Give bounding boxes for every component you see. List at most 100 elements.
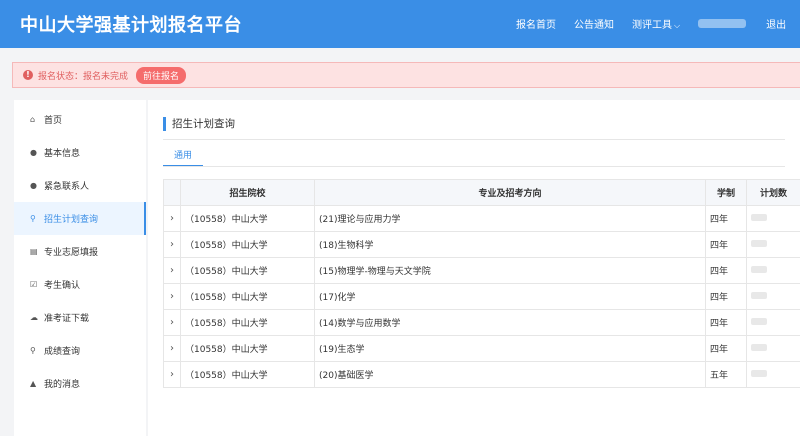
check-icon: ☑: [30, 280, 38, 289]
sidebar-item-label: 准考证下载: [44, 314, 90, 324]
sidebar-item-label: 紧急联系人: [44, 182, 90, 192]
blurred-value: [751, 291, 767, 299]
logout-link[interactable]: 退出: [766, 16, 786, 31]
registration-status-alert: ! 报名状态：报名未完成 前往报名: [12, 62, 800, 88]
table-row: › （10558）中山大学 (21)理论与应用力学 四年: [163, 205, 800, 232]
chevron-right-icon[interactable]: ›: [163, 283, 181, 310]
duration-cell: 四年: [705, 205, 747, 232]
quota-cell-blurred: [746, 335, 800, 362]
column-header-duration: 学制: [705, 179, 747, 206]
sidebar-item-emergency-contact[interactable]: ● 紧急联系人: [14, 169, 146, 202]
table-row: › （10558）中山大学 (20)基础医学 五年: [163, 361, 800, 388]
duration-cell: 四年: [705, 231, 747, 258]
major-cell: (20)基础医学: [314, 361, 706, 388]
form-icon: ▤: [30, 247, 38, 256]
main-panel: 招生计划查询 通用 招生院校 专业及招考方向 学制 计划数 › （10558）中…: [148, 100, 800, 436]
chevron-right-icon[interactable]: ›: [163, 257, 181, 284]
table-row: › （10558）中山大学 (17)化学 四年: [163, 283, 800, 310]
chevron-right-icon[interactable]: ›: [163, 309, 181, 336]
chevron-right-icon[interactable]: ›: [163, 231, 181, 258]
duration-cell: 四年: [705, 335, 747, 362]
duration-cell: 四年: [705, 283, 747, 310]
blurred-value: [751, 239, 767, 247]
blurred-value: [751, 317, 767, 325]
table-row: › （10558）中山大学 (18)生物科学 四年: [163, 231, 800, 258]
platform-title: 中山大学强基计划报名平台: [20, 15, 242, 36]
search-icon: ⚲: [30, 214, 36, 223]
sidebar-item-label: 成绩查询: [44, 347, 81, 357]
quota-cell-blurred: [746, 257, 800, 284]
school-cell: （10558）中山大学: [180, 309, 315, 336]
school-cell: （10558）中山大学: [180, 335, 315, 362]
table-row: › （10558）中山大学 (15)物理学-物理与天文学院 四年: [163, 257, 800, 284]
user-name-blurred[interactable]: [698, 19, 747, 28]
school-cell: （10558）中山大学: [180, 257, 315, 284]
column-header-quota: 计划数: [746, 179, 800, 206]
contact-icon: ●: [30, 181, 37, 190]
sidebar-item-label: 考生确认: [44, 281, 81, 291]
search-icon: ⚲: [30, 346, 36, 355]
sidebar-item-label: 招生计划查询: [44, 215, 99, 225]
sidebar-item-basic-info[interactable]: ● 基本信息: [14, 136, 146, 169]
table-header-row: 招生院校 专业及招考方向 学制 计划数: [163, 179, 800, 206]
school-cell: （10558）中山大学: [180, 283, 315, 310]
sidebar-item-admit-card[interactable]: ☁ 准考证下载: [14, 301, 146, 334]
major-cell: (21)理论与应用力学: [314, 205, 706, 232]
major-cell: (14)数学与应用数学: [314, 309, 706, 336]
home-icon: ⌂: [30, 115, 36, 124]
school-cell: （10558）中山大学: [180, 205, 315, 232]
chevron-right-icon[interactable]: ›: [163, 205, 181, 232]
major-cell: (19)生态学: [314, 335, 706, 362]
top-bar: 中山大学强基计划报名平台 报名首页 公告通知 测评工具 ⌵ 退出: [0, 0, 800, 48]
chevron-right-icon[interactable]: ›: [163, 335, 181, 362]
admission-plan-table: 招生院校 专业及招考方向 学制 计划数 › （10558）中山大学 (21)理论…: [163, 179, 800, 388]
major-cell: (18)生物科学: [314, 231, 706, 258]
quota-cell-blurred: [746, 231, 800, 258]
column-header-major: 专业及招考方向: [314, 179, 706, 206]
user-icon: ●: [30, 148, 37, 157]
exclamation-icon: !: [23, 70, 33, 80]
nav-tools[interactable]: 测评工具 ⌵: [632, 16, 680, 31]
divider: [163, 139, 785, 140]
nav-notice[interactable]: 公告通知: [574, 16, 614, 31]
sidebar-item-major-choice[interactable]: ▤ 专业志愿填报: [14, 235, 146, 268]
sidebar-item-label: 首页: [44, 116, 63, 126]
blurred-value: [751, 343, 767, 351]
blurred-value: [751, 265, 767, 273]
sidebar-item-confirmation[interactable]: ☑ 考生确认: [14, 268, 146, 301]
chevron-right-icon[interactable]: ›: [163, 361, 181, 388]
column-header-school: 招生院校: [180, 179, 315, 206]
major-cell: (17)化学: [314, 283, 706, 310]
duration-cell: 五年: [705, 361, 747, 388]
school-cell: （10558）中山大学: [180, 361, 315, 388]
quota-cell-blurred: [746, 205, 800, 232]
table-row: › （10558）中山大学 (14)数学与应用数学 四年: [163, 309, 800, 336]
duration-cell: 四年: [705, 257, 747, 284]
sidebar-item-home[interactable]: ⌂ 首页: [14, 103, 146, 136]
sidebar: ⌂ 首页 ● 基本信息 ● 紧急联系人 ⚲ 招生计划查询 ▤ 专业志愿填报 ☑ …: [14, 100, 146, 436]
table-row: › （10558）中山大学 (19)生态学 四年: [163, 335, 800, 362]
sidebar-item-messages[interactable]: ▲ 我的消息: [14, 367, 146, 400]
tab-general[interactable]: 通用: [163, 148, 203, 167]
duration-cell: 四年: [705, 309, 747, 336]
tab-divider: [163, 166, 785, 167]
sidebar-item-label: 基本信息: [44, 149, 81, 159]
sidebar-item-label: 我的消息: [44, 380, 81, 390]
blurred-value: [751, 213, 767, 221]
school-cell: （10558）中山大学: [180, 231, 315, 258]
blurred-value: [751, 369, 767, 377]
page-title: 招生计划查询: [163, 117, 235, 131]
nav-home[interactable]: 报名首页: [516, 16, 556, 31]
sidebar-item-admission-plan[interactable]: ⚲ 招生计划查询: [14, 202, 146, 235]
major-cell: (15)物理学-物理与天文学院: [314, 257, 706, 284]
status-text: 报名状态：报名未完成: [38, 71, 129, 82]
nav-tools-label: 测评工具: [632, 20, 672, 31]
download-icon: ☁: [30, 313, 38, 322]
sidebar-item-score-query[interactable]: ⚲ 成绩查询: [14, 334, 146, 367]
sidebar-item-label: 专业志愿填报: [44, 248, 99, 258]
chevron-down-icon: ⌵: [674, 21, 681, 30]
go-register-button[interactable]: 前往报名: [136, 66, 187, 84]
expand-column-header: [163, 179, 181, 206]
quota-cell-blurred: [746, 361, 800, 388]
quota-cell-blurred: [746, 283, 800, 310]
